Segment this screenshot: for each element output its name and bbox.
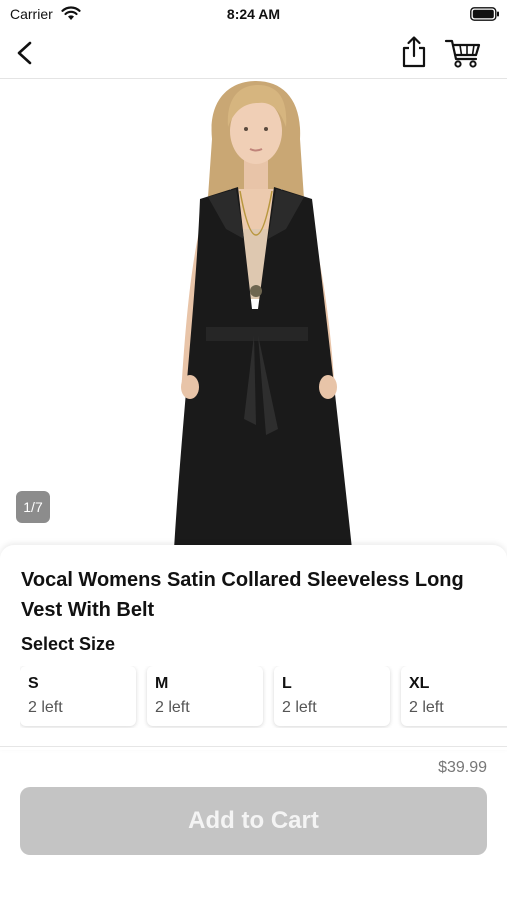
size-heading: Select Size [21, 634, 116, 654]
size-stock: 2 left [282, 699, 317, 716]
share-icon[interactable] [398, 34, 430, 70]
size-selector: S 2 left M 2 left L 2 left XL 2 left [20, 666, 507, 728]
size-label: XL [409, 675, 430, 692]
size-stock: 2 left [409, 699, 444, 716]
product-title: Vocal Womens Satin Collared Sleeveless L… [21, 569, 464, 621]
product-photo [174, 81, 352, 549]
size-option-l[interactable]: L 2 left [274, 666, 390, 726]
size-stock: 2 left [155, 699, 190, 716]
product-image-gallery[interactable] [0, 79, 507, 549]
size-label: S [28, 675, 39, 692]
size-option-xl[interactable]: XL 2 left [401, 666, 507, 726]
image-page-indicator: 1/7 [16, 491, 50, 523]
size-option-s[interactable]: S 2 left [20, 666, 136, 726]
product-details-card: Vocal Womens Satin Collared Sleeveless L… [0, 545, 507, 750]
size-stock: 2 left [28, 699, 63, 716]
product-price: $39.99 [438, 759, 487, 776]
size-label: L [282, 675, 292, 692]
battery-icon [470, 7, 499, 21]
chevron-left-icon[interactable] [10, 36, 40, 70]
status-bar: Carrier 8:24 AM [0, 0, 507, 28]
shopping-cart-icon[interactable] [443, 34, 483, 70]
size-option-m[interactable]: M 2 left [147, 666, 263, 726]
add-to-cart-button[interactable]: Add to Cart [20, 787, 487, 855]
status-time: 8:24 AM [226, 6, 281, 22]
size-label: M [155, 675, 169, 692]
divider [0, 746, 507, 747]
navigation-bar [0, 28, 507, 79]
